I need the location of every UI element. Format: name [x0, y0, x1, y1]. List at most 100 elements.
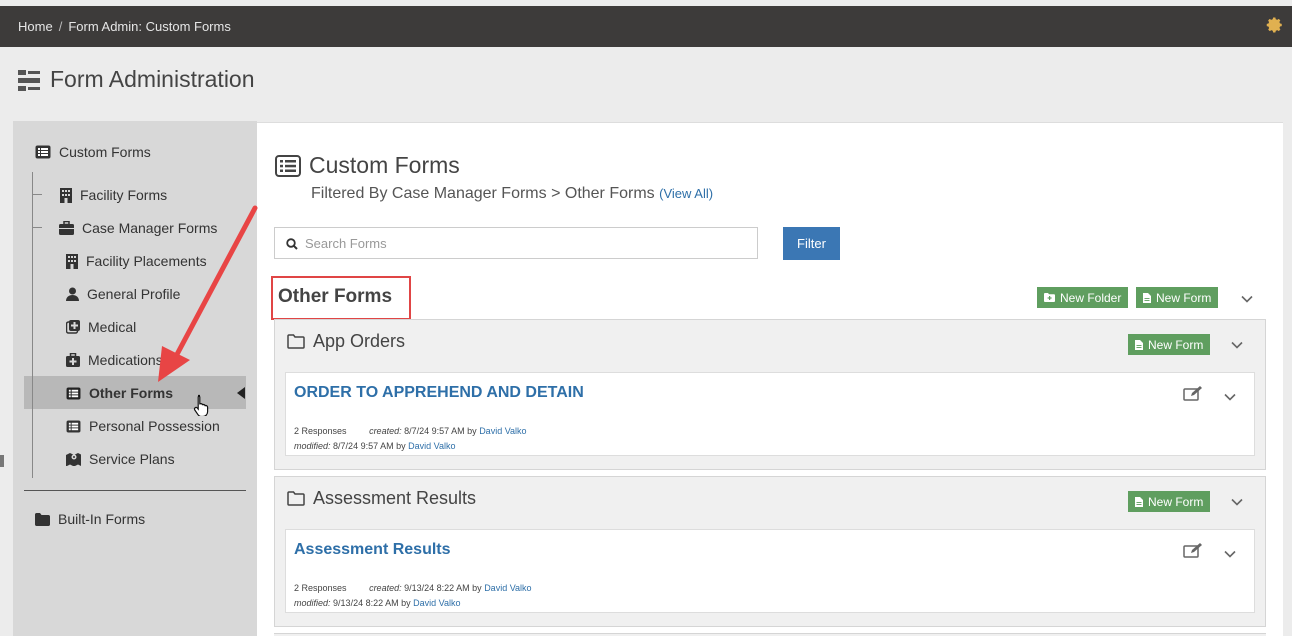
new-folder-label: New Folder [1060, 290, 1122, 305]
modified-date: 9/13/24 8:22 AM by [333, 598, 411, 608]
sidebar-item-general-profile[interactable]: General Profile [66, 286, 180, 302]
sidebar-item-other-forms[interactable]: Other Forms [66, 385, 173, 401]
edit-icon[interactable] [1183, 543, 1203, 559]
folder-header[interactable]: App Orders [287, 331, 405, 352]
list-icon [35, 145, 51, 159]
search-box [274, 227, 758, 259]
sidebar-item-personal-possession[interactable]: Personal Possession [66, 418, 220, 434]
sidebar-item-medical[interactable]: Medical [66, 319, 136, 335]
sidebar-item-label: Facility Placements [86, 253, 207, 269]
sidebar-item-label: Other Forms [89, 385, 174, 401]
form-title-link[interactable]: Assessment Results [294, 541, 451, 559]
sidebar-item-medications[interactable]: Medications [66, 352, 163, 368]
sidebar-item-label: Built-In Forms [58, 511, 146, 527]
created-by-link[interactable]: David Valko [484, 583, 531, 593]
form-card: Assessment Results 2 Responses created: … [285, 529, 1255, 613]
folder-name: Assessment Results [313, 488, 477, 508]
folder-assessment-results: Assessment Results New Form Assessment R… [274, 476, 1266, 627]
sidebar-item-label: Service Plans [89, 451, 175, 467]
chevron-down-icon[interactable] [1230, 495, 1244, 509]
created-date: 8/7/24 9:57 AM by [404, 426, 477, 436]
medkit-icon [66, 353, 80, 367]
sidebar-item-facility-forms[interactable]: Facility Forms [60, 187, 167, 203]
new-form-label: New Form [1156, 290, 1212, 305]
folder-header[interactable]: Assessment Results [287, 488, 476, 509]
search-icon [286, 238, 298, 250]
tree-branch [32, 227, 42, 228]
map-icon [66, 453, 81, 466]
sidebar-item-label: General Profile [87, 286, 181, 302]
form-meta-created: 2 Responses created: 8/7/24 9:57 AM by D… [294, 426, 527, 436]
active-caret-icon [237, 387, 245, 399]
sidebar-item-label: Case Manager Forms [82, 220, 218, 236]
filter-button[interactable]: Filter [783, 227, 840, 260]
breadcrumb-home-link[interactable]: Home [18, 19, 53, 34]
responses-count: 2 Responses [294, 426, 347, 436]
breadcrumb-separator: / [58, 19, 63, 34]
form-meta-modified: modified: 8/7/24 9:57 AM by David Valko [294, 441, 455, 451]
list-icon [66, 419, 81, 433]
created-label: created: [369, 583, 402, 593]
sidebar-item-service-plans[interactable]: Service Plans [66, 451, 175, 467]
list-icon [275, 154, 301, 177]
gear-icon[interactable] [1266, 16, 1284, 34]
tree-branch [32, 194, 42, 195]
form-title-link[interactable]: ORDER TO APPREHEND AND DETAIN [294, 384, 584, 402]
form-meta-modified: modified: 9/13/24 8:22 AM by David Valko [294, 598, 460, 608]
form-admin-icon [18, 69, 40, 91]
view-all-link[interactable]: (View All) [659, 186, 713, 201]
folder-plus-icon [1044, 293, 1055, 302]
file-icon [1143, 292, 1151, 303]
sidebar-item-label: Medical [88, 319, 137, 335]
new-folder-button[interactable]: New Folder [1037, 287, 1129, 308]
modified-label: modified: [294, 598, 331, 608]
created-label: created: [369, 426, 402, 436]
breadcrumb-current: Form Admin: Custom Forms [68, 19, 231, 34]
folder-icon [35, 512, 50, 526]
main-panel: Custom Forms Filtered By Case Manager Fo… [257, 122, 1283, 636]
file-icon [1135, 496, 1143, 507]
sidebar-item-label: Custom Forms [59, 144, 151, 160]
window-edge-marker [0, 455, 4, 467]
new-form-label: New Form [1148, 337, 1204, 352]
filter-summary-text: Filtered By Case Manager Forms > Other F… [311, 185, 655, 202]
new-form-button[interactable]: New Form [1136, 287, 1219, 308]
modified-label: modified: [294, 441, 331, 451]
filter-summary: Filtered By Case Manager Forms > Other F… [311, 185, 713, 203]
modified-date: 8/7/24 9:57 AM by [333, 441, 406, 451]
sidebar-divider [24, 490, 246, 491]
created-date: 9/13/24 8:22 AM by [404, 583, 482, 593]
created-by-link[interactable]: David Valko [479, 426, 526, 436]
annotation-highlight-box [271, 276, 411, 320]
chevron-down-icon[interactable] [1240, 292, 1254, 306]
sidebar-item-facility-placements[interactable]: Facility Placements [66, 253, 207, 269]
top-nav-bar: Home / Form Admin: Custom Forms [0, 6, 1292, 47]
medical-icon [66, 320, 80, 334]
edit-icon[interactable] [1183, 386, 1203, 402]
sidebar-item-built-in-forms[interactable]: Built-In Forms [35, 511, 145, 527]
modified-by-link[interactable]: David Valko [413, 598, 460, 608]
page-title: Form Administration [50, 66, 255, 92]
folder-app-orders: App Orders New Form ORDER TO APPREHEND A… [274, 319, 1266, 470]
search-input[interactable] [305, 232, 745, 254]
breadcrumb: Home / Form Admin: Custom Forms [18, 19, 231, 34]
folder-new-form-button[interactable]: New Form [1128, 334, 1211, 355]
folder-name: App Orders [313, 331, 406, 351]
sidebar-item-case-manager-forms[interactable]: Case Manager Forms [59, 220, 217, 236]
sidebar-item-label: Medications [88, 352, 163, 368]
chevron-down-icon[interactable] [1223, 547, 1237, 561]
sidebar-item-label: Personal Possession [89, 418, 220, 434]
tree-line [32, 172, 33, 478]
briefcase-icon [59, 221, 74, 235]
sidebar-item-custom-forms[interactable]: Custom Forms [35, 144, 151, 160]
main-title: Custom Forms [275, 152, 460, 179]
form-card: ORDER TO APPREHEND AND DETAIN 2 Response… [285, 372, 1255, 456]
form-meta-created: 2 Responses created: 9/13/24 8:22 AM by … [294, 583, 532, 593]
chevron-down-icon[interactable] [1223, 390, 1237, 404]
folder-icon [287, 334, 305, 349]
chevron-down-icon[interactable] [1230, 338, 1244, 352]
modified-by-link[interactable]: David Valko [408, 441, 455, 451]
building-icon [60, 187, 72, 203]
user-icon [66, 287, 79, 301]
folder-new-form-button[interactable]: New Form [1128, 491, 1211, 512]
